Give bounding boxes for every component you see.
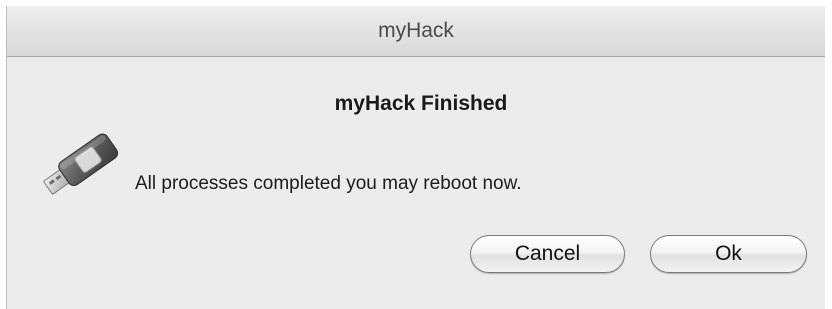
dialog-message: All processes completed you may reboot n… — [135, 173, 522, 194]
dialog-heading: myHack Finished — [334, 92, 508, 115]
window-title: myHack — [378, 19, 454, 42]
ok-button[interactable]: Ok — [650, 235, 807, 273]
dialog-window: myHack myHack Finished All processes com… — [6, 6, 825, 309]
dialog-content: myHack Finished All processes completed … — [7, 57, 825, 309]
title-bar[interactable]: myHack — [7, 6, 825, 57]
cancel-button[interactable]: Cancel — [470, 235, 625, 273]
usb-drive-icon — [37, 130, 132, 200]
